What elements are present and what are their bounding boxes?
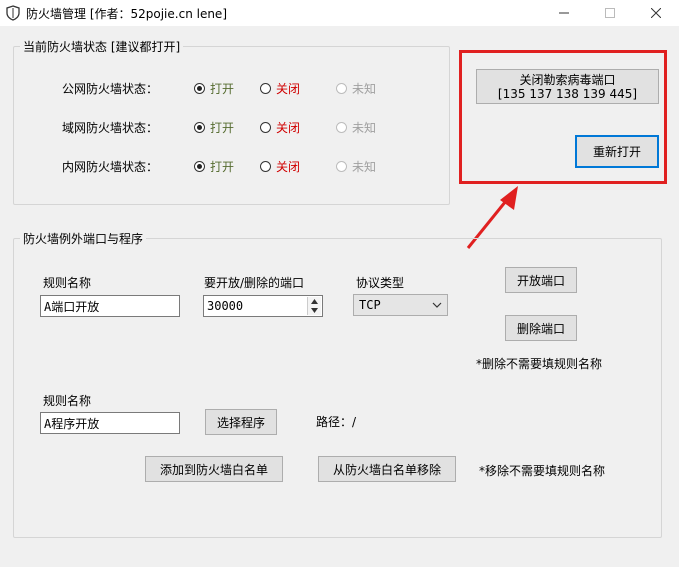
path-label: 路径：/ bbox=[316, 415, 357, 429]
shield-icon bbox=[6, 5, 20, 21]
maximize-icon bbox=[605, 8, 615, 18]
remove-whitelist-button[interactable]: 从防火墙白名单移除 bbox=[318, 456, 456, 482]
minimize-icon bbox=[559, 12, 569, 14]
off-label: 关闭 bbox=[276, 160, 301, 174]
open-port-button[interactable]: 开放端口 bbox=[505, 267, 577, 293]
title-bar: 防火墙管理 [作者：52pojie.cn lene] bbox=[0, 0, 679, 26]
exceptions-group-title: 防火墙例外端口与程序 bbox=[20, 230, 147, 247]
port-input[interactable] bbox=[203, 295, 323, 317]
domain-firewall-label: 域网防火墙状态： bbox=[62, 121, 159, 135]
program-rule-name-input[interactable] bbox=[40, 412, 180, 434]
remove-note: *移除不需要填规则名称 bbox=[479, 464, 606, 478]
protocol-select[interactable]: TCP bbox=[353, 294, 448, 316]
protocol-label: 协议类型 bbox=[356, 276, 405, 290]
private-unknown-radio: 未知 bbox=[336, 158, 376, 175]
radio-unchecked-icon bbox=[260, 161, 271, 172]
rule-name-label: 规则名称 bbox=[43, 276, 92, 290]
delete-port-button[interactable]: 删除端口 bbox=[505, 315, 577, 341]
port-stepper-buttons[interactable] bbox=[307, 297, 321, 315]
port-stepper[interactable] bbox=[203, 295, 323, 317]
radio-unchecked-icon bbox=[260, 83, 271, 94]
off-label: 关闭 bbox=[276, 82, 301, 96]
unknown-label: 未知 bbox=[352, 121, 377, 135]
radio-checked-icon bbox=[194, 83, 205, 94]
public-on-radio[interactable]: 打开 bbox=[194, 80, 234, 97]
private-firewall-label: 内网防火墙状态： bbox=[62, 160, 159, 174]
public-off-radio[interactable]: 关闭 bbox=[260, 80, 300, 97]
unknown-label: 未知 bbox=[352, 82, 377, 96]
radio-disabled-icon bbox=[336, 83, 347, 94]
program-rule-name-label: 规则名称 bbox=[43, 394, 92, 408]
off-label: 关闭 bbox=[276, 121, 301, 135]
chevron-up-icon[interactable] bbox=[310, 298, 319, 305]
domain-on-radio[interactable]: 打开 bbox=[194, 119, 234, 136]
select-program-button[interactable]: 选择程序 bbox=[205, 409, 277, 435]
domain-off-radio[interactable]: 关闭 bbox=[260, 119, 300, 136]
firewall-status-group-title: 当前防火墙状态 [建议都打开] bbox=[20, 38, 184, 55]
chevron-down-icon[interactable] bbox=[310, 307, 319, 314]
protocol-value: TCP bbox=[359, 298, 381, 312]
public-firewall-label: 公网防火墙状态： bbox=[62, 82, 159, 96]
close-icon bbox=[651, 8, 661, 18]
on-label: 打开 bbox=[210, 121, 235, 135]
annotation-highlight-box bbox=[459, 50, 667, 184]
domain-unknown-radio: 未知 bbox=[336, 119, 376, 136]
radio-disabled-icon bbox=[336, 161, 347, 172]
radio-disabled-icon bbox=[336, 122, 347, 133]
private-on-radio[interactable]: 打开 bbox=[194, 158, 234, 175]
on-label: 打开 bbox=[210, 160, 235, 174]
chevron-down-icon bbox=[432, 302, 442, 308]
port-label: 要开放/删除的端口 bbox=[204, 276, 305, 290]
radio-checked-icon bbox=[194, 161, 205, 172]
minimize-button[interactable] bbox=[541, 0, 587, 26]
radio-checked-icon bbox=[194, 122, 205, 133]
public-unknown-radio: 未知 bbox=[336, 80, 376, 97]
private-off-radio[interactable]: 关闭 bbox=[260, 158, 300, 175]
add-whitelist-button[interactable]: 添加到防火墙白名单 bbox=[145, 456, 283, 482]
radio-unchecked-icon bbox=[260, 122, 271, 133]
close-button[interactable] bbox=[633, 0, 679, 26]
on-label: 打开 bbox=[210, 82, 235, 96]
unknown-label: 未知 bbox=[352, 160, 377, 174]
rule-name-input[interactable] bbox=[40, 295, 180, 317]
maximize-button[interactable] bbox=[587, 0, 633, 26]
delete-note: *删除不需要填规则名称 bbox=[476, 357, 603, 371]
window-title: 防火墙管理 [作者：52pojie.cn lene] bbox=[26, 7, 227, 21]
